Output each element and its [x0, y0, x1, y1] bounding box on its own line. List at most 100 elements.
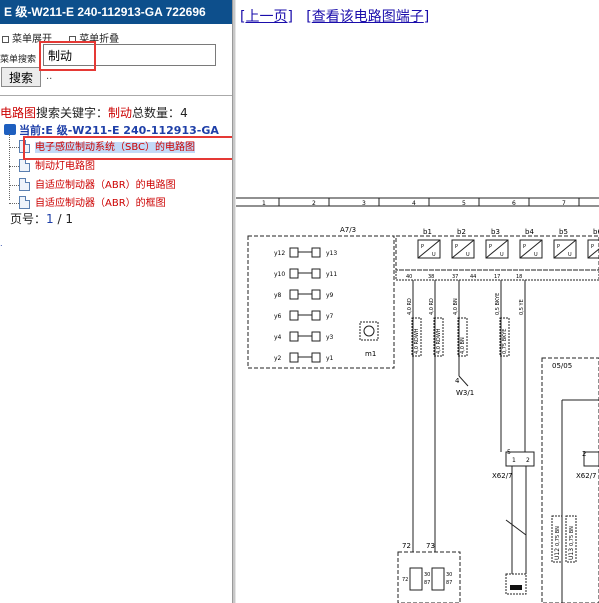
- sensor-label: b1: [423, 228, 432, 236]
- svg-text:U: U: [466, 252, 470, 258]
- svg-text:U: U: [500, 252, 504, 258]
- sensor-label: b6: [593, 228, 599, 236]
- document-icon: [19, 196, 30, 209]
- ruler-number: 7: [562, 200, 566, 207]
- svg-text:0,75 BN: 0,75 BN: [555, 526, 561, 546]
- valve-icon: [289, 352, 299, 363]
- valve-icon: [311, 268, 321, 279]
- valve-label: y12: [274, 250, 285, 257]
- pin-label: 17: [494, 274, 500, 280]
- menu-expand-button[interactable]: 菜单展开: [2, 30, 52, 45]
- valve-icon: [311, 289, 321, 300]
- valve-label: y11: [326, 271, 337, 278]
- valve-label: y7: [326, 313, 334, 320]
- svg-text:73: 73: [426, 542, 435, 550]
- pager-current[interactable]: 1: [46, 212, 54, 226]
- menu-collapse-button[interactable]: 菜单折叠: [69, 30, 119, 45]
- svg-text:1: 1: [512, 457, 516, 464]
- svg-text:0,75 BN: 0,75 BN: [569, 526, 575, 546]
- valve-icon: [311, 247, 321, 258]
- current-vehicle-node[interactable]: 当前:E 级-W211-E 240-112913-GA: [4, 122, 219, 138]
- ruler-number: 6: [512, 200, 516, 207]
- ruler-number: 2: [312, 200, 316, 207]
- separator: [0, 95, 232, 96]
- svg-text:87: 87: [446, 580, 452, 586]
- valve-label: y3: [326, 334, 334, 341]
- search-summary: 电路图搜索关键字：制动总数量：4: [0, 106, 188, 120]
- svg-text:U: U: [568, 252, 572, 258]
- box-label: 05/05: [552, 362, 572, 370]
- sensor-label: b2: [457, 228, 466, 236]
- connector-left-label: X62/7: [492, 472, 513, 480]
- valve-icon: [289, 268, 299, 279]
- svg-text:72: 72: [402, 577, 408, 583]
- svg-text:P: P: [455, 244, 458, 250]
- document-icon: [19, 178, 30, 191]
- svg-text:P: P: [591, 244, 594, 250]
- wire-label: 0,75 BKYE: [502, 329, 508, 354]
- ruler-number: 1: [262, 200, 266, 207]
- prev-page-link[interactable]: 上一页: [245, 9, 287, 25]
- view-terminals-link[interactable]: 查看该电路图端子: [312, 9, 424, 25]
- search-dots: ..: [46, 71, 53, 82]
- ground-num: 4: [455, 377, 460, 385]
- wire-label: 4,0 RDWH: [436, 328, 442, 354]
- collapse-icon: [69, 36, 77, 43]
- valve-icon: [289, 331, 299, 342]
- motor-box: [359, 321, 379, 341]
- pin-label: 37: [452, 274, 458, 280]
- tree-item-abr-circuit[interactable]: 自适应制动器（ABR）的电路图: [9, 176, 176, 191]
- svg-text:U: U: [432, 252, 436, 258]
- ground-label: W3/1: [456, 389, 474, 397]
- box-0505: [541, 357, 599, 603]
- pin-label: 40: [406, 274, 412, 280]
- main-panel: [上一页] [查看该电路图端子] 12345678 A7/3 y12y13y10…: [236, 0, 599, 603]
- svg-text:30: 30: [446, 572, 452, 578]
- valve-icon: [311, 310, 321, 321]
- valve-label: y4: [274, 334, 282, 341]
- svg-text:30: 30: [424, 572, 430, 578]
- sensor-row: b1PUb2PUb3PUb4PUb5PUb6PU: [417, 228, 599, 259]
- svg-text:P: P: [489, 244, 492, 250]
- svg-text:72: 72: [402, 542, 411, 550]
- tree-item-abr-block[interactable]: 自适应制动器（ABR）的框图: [9, 194, 166, 209]
- svg-text:87: 87: [424, 580, 430, 586]
- svg-text:U13: U13: [568, 548, 575, 560]
- nav-links: [上一页] [查看该电路图端子]: [240, 9, 430, 25]
- svg-text:P: P: [421, 244, 424, 250]
- sidebar: E 级-W211-E 240-112913-GA 722696 菜单展开 菜单折…: [0, 0, 232, 603]
- valve-label: y2: [274, 355, 282, 362]
- circuit-diagram[interactable]: 12345678 A7/3 y12y13y10y11y8y9y6y7y4y3y2…: [236, 190, 599, 603]
- valve-icon: [289, 289, 299, 300]
- svg-text:U12: U12: [554, 548, 561, 560]
- wire-label: 4,0 BN: [460, 337, 466, 354]
- wire-label: 4,0 RD: [407, 298, 413, 315]
- valve-icon: [311, 352, 321, 363]
- wire-label: 4,0 RDWH: [414, 328, 420, 354]
- tree-item-brake-light[interactable]: 制动灯电路图: [9, 157, 95, 172]
- tree-item-sbc-circuit[interactable]: 电子感应制动系统（SBC）的电路图: [9, 138, 196, 153]
- search-button[interactable]: 搜索: [1, 67, 41, 87]
- pin-label: 44: [470, 274, 476, 280]
- fuse-icon: [510, 585, 522, 590]
- pager: 页号：1 / 1: [10, 212, 73, 226]
- valve-icon: [289, 310, 299, 321]
- document-icon: [19, 159, 30, 172]
- valve-grid: y12 y13 y10 y11 y8 y9 y6 y7 y4 y3 y2 y1: [274, 247, 337, 363]
- valve-label: y6: [274, 313, 282, 320]
- valve-label: y9: [326, 292, 334, 299]
- valve-label: y13: [326, 250, 337, 257]
- ruler-number: 3: [362, 200, 366, 207]
- valve-icon: [289, 247, 299, 258]
- module-label: A7/3: [340, 226, 356, 234]
- computer-icon: [4, 124, 16, 135]
- connector-right-label: X62/7: [576, 472, 597, 480]
- valve-label: y1: [326, 355, 334, 362]
- pin-label: 38: [428, 274, 434, 280]
- search-input[interactable]: [43, 44, 216, 66]
- wire-label: 0,5 YE: [519, 299, 525, 315]
- link-dot[interactable]: .: [0, 239, 3, 248]
- svg-text:U: U: [534, 252, 538, 258]
- svg-text:P: P: [523, 244, 526, 250]
- ruler-number: 4: [412, 200, 416, 207]
